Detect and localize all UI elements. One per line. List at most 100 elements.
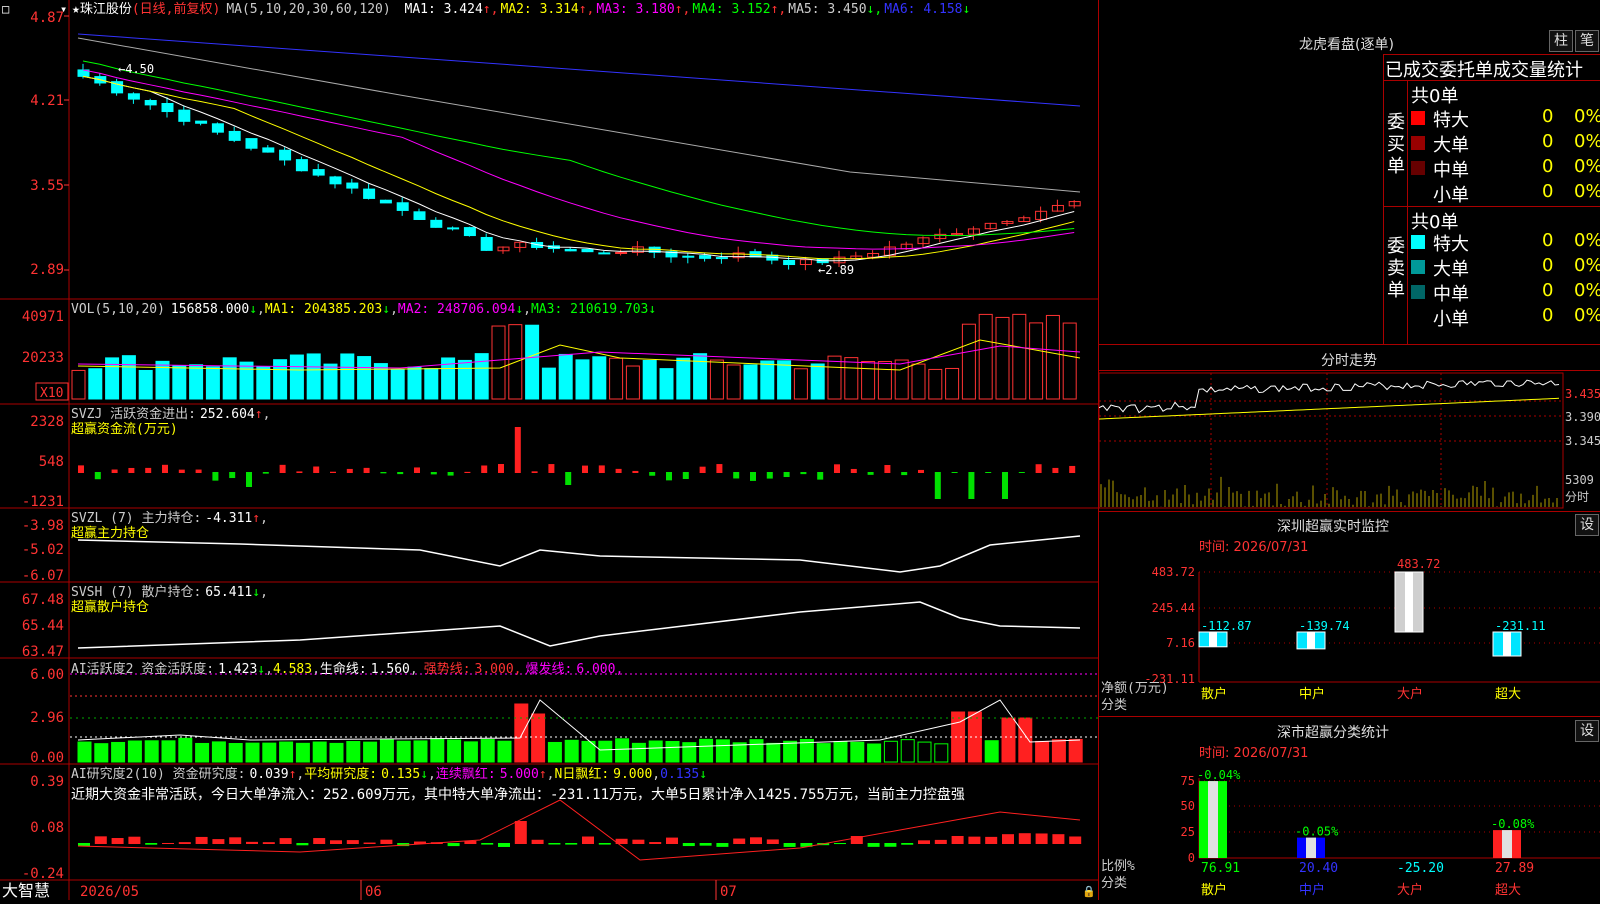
candle[interactable] bbox=[228, 130, 241, 141]
research-bar bbox=[498, 843, 510, 847]
candle[interactable] bbox=[615, 251, 628, 254]
sz-class-chart[interactable]: 75 50 25 0 -0.04% 76.91 散户 -0.05% 20.40 中户 -25… bbox=[1099, 758, 1600, 900]
research-bar bbox=[1069, 836, 1082, 844]
research-bar bbox=[195, 836, 208, 844]
tick-mode-button[interactable]: 笔 bbox=[1575, 30, 1599, 52]
candle[interactable] bbox=[783, 259, 796, 266]
order-color-swatch bbox=[1411, 310, 1425, 324]
candle[interactable] bbox=[598, 252, 611, 255]
flow-bar bbox=[380, 472, 387, 474]
order-percent: 0% bbox=[1574, 156, 1600, 177]
flow-bar bbox=[246, 472, 252, 487]
flow-bar bbox=[548, 464, 555, 473]
activity-bar bbox=[77, 741, 92, 763]
candle[interactable] bbox=[682, 255, 695, 258]
research-bar bbox=[1002, 834, 1014, 844]
volume-bar bbox=[1029, 322, 1044, 400]
volume-bar bbox=[491, 325, 506, 400]
volume-bar bbox=[928, 368, 943, 400]
candle[interactable] bbox=[699, 255, 712, 259]
flow-bar bbox=[363, 467, 370, 473]
candle[interactable] bbox=[564, 248, 577, 252]
candle[interactable] bbox=[211, 123, 224, 133]
volume-bar bbox=[172, 365, 187, 400]
activity-bar bbox=[547, 741, 562, 763]
sz-monitor-ylabel: 净额(万元) bbox=[1101, 681, 1169, 696]
kline-chart[interactable]: □ ▾ ★珠江股份(日线,前复权) MA(5,10,20,30,60,120) M… bbox=[0, 0, 1098, 900]
order-type-label: 中单 bbox=[1433, 160, 1469, 181]
candle[interactable] bbox=[161, 103, 174, 113]
sz-class-settings-button[interactable]: 设 bbox=[1575, 720, 1599, 742]
candle[interactable] bbox=[279, 149, 292, 161]
candle[interactable] bbox=[480, 236, 493, 251]
flow-bar bbox=[313, 466, 320, 473]
candle[interactable] bbox=[245, 138, 258, 149]
lock-icon[interactable]: 🔒 bbox=[1082, 885, 1096, 898]
activity-bar bbox=[934, 743, 949, 763]
candle[interactable] bbox=[295, 159, 308, 172]
window-icons[interactable]: □ bbox=[2, 2, 9, 16]
research-bar bbox=[733, 838, 746, 844]
activity-bar bbox=[900, 739, 915, 763]
svg-text:3.435: 3.435 bbox=[1565, 387, 1600, 401]
main-chart-area[interactable]: □ ▾ ★珠江股份(日线,前复权) MA(5,10,20,30,60,120) M… bbox=[0, 0, 1098, 900]
vol-unit: X10 bbox=[40, 386, 63, 401]
svsh-sub: 超赢散户持仓 bbox=[71, 599, 149, 615]
research-bar bbox=[548, 843, 561, 845]
candle[interactable] bbox=[463, 227, 476, 237]
flow-bar bbox=[682, 472, 689, 479]
activity-bar bbox=[396, 740, 411, 763]
candle[interactable] bbox=[430, 219, 443, 228]
category-label: 大户 bbox=[1397, 882, 1423, 898]
svg-text:50: 50 bbox=[1181, 799, 1195, 813]
candle[interactable] bbox=[715, 257, 728, 260]
volume-bar bbox=[390, 368, 405, 400]
candle[interactable] bbox=[413, 211, 426, 220]
svg-text:3.345: 3.345 bbox=[1565, 434, 1600, 448]
research-bar bbox=[901, 843, 914, 845]
svg-text:40971: 40971 bbox=[22, 309, 64, 325]
volume-bar bbox=[71, 369, 86, 400]
activity-bar bbox=[430, 738, 445, 763]
activity-bar bbox=[564, 739, 579, 763]
candle[interactable] bbox=[262, 147, 275, 153]
sz-monitor-chart[interactable]: 483.72 245.44 7.16 -231.11 -112.87 散户 -139… bbox=[1099, 552, 1600, 716]
volume-bar bbox=[592, 356, 607, 400]
research-bar bbox=[162, 842, 174, 844]
candle[interactable] bbox=[363, 188, 376, 199]
order-type-label: 特大 bbox=[1433, 110, 1469, 131]
bar-mode-button[interactable]: 柱 bbox=[1549, 30, 1573, 52]
sz-class-axis: 75 50 25 0 bbox=[1181, 774, 1195, 865]
candle[interactable] bbox=[312, 169, 325, 176]
svzl-header: SVZL (7) 主力持仓: -4.311↑, bbox=[71, 511, 268, 526]
research-bar bbox=[750, 837, 762, 844]
candle[interactable] bbox=[396, 202, 409, 211]
svsh-axis: 67.48 65.44 63.47 bbox=[22, 592, 64, 660]
candle[interactable] bbox=[379, 199, 392, 204]
research-bar bbox=[313, 838, 326, 844]
sz-monitor-settings-button[interactable]: 设 bbox=[1575, 514, 1599, 536]
volume-bar bbox=[911, 363, 926, 400]
svg-text:4.87: 4.87 bbox=[30, 10, 64, 26]
intraday-chart[interactable]: 3.435 3.390 3.345 5309 分时 bbox=[1099, 371, 1600, 511]
candle[interactable] bbox=[581, 248, 594, 253]
research-bar bbox=[1035, 833, 1048, 844]
time-label-may: 2026/05 bbox=[80, 884, 139, 900]
volume-bar bbox=[407, 366, 422, 400]
chart-header: ★珠江股份(日线,前复权) MA(5,10,20,30,60,120) MA1: … bbox=[72, 1, 970, 17]
candle[interactable] bbox=[195, 120, 208, 124]
svg-text:0.00: 0.00 bbox=[30, 750, 64, 766]
volume-bar bbox=[558, 353, 573, 400]
flow-bar bbox=[582, 465, 588, 473]
flow-bar bbox=[716, 464, 723, 473]
candle[interactable] bbox=[447, 227, 460, 230]
candle[interactable] bbox=[346, 182, 359, 189]
research-bar bbox=[363, 842, 376, 844]
candle[interactable] bbox=[178, 109, 191, 122]
buy-group-label: 委买单 bbox=[1387, 112, 1405, 177]
candle[interactable] bbox=[329, 176, 342, 185]
volume-bar bbox=[995, 316, 1010, 400]
candle[interactable] bbox=[144, 100, 157, 106]
research-bar bbox=[531, 839, 544, 844]
candle[interactable] bbox=[127, 93, 140, 100]
